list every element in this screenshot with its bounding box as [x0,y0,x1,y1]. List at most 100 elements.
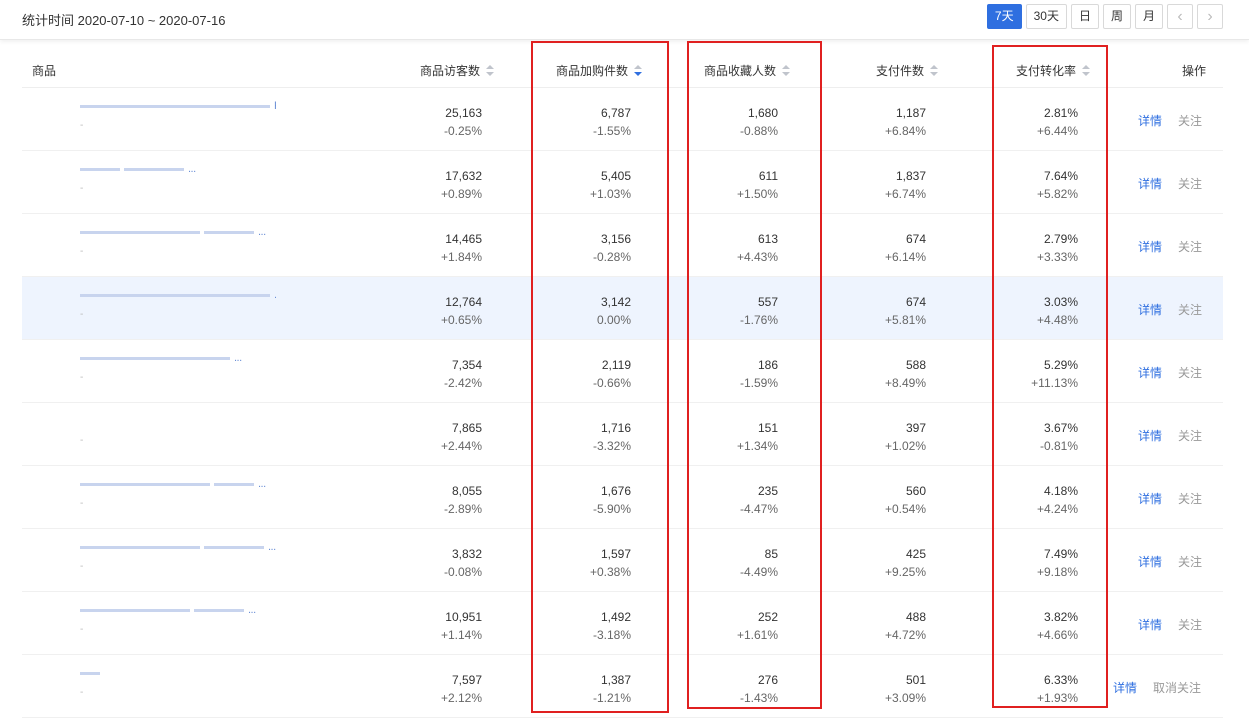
product-thumbnail[interactable] [32,665,72,705]
favorites-cell: 613 +4.43% [737,230,778,266]
product-thumbnail[interactable] [32,413,72,453]
col-product: 商品 [32,64,57,78]
favorites-change: -0.88% [739,124,778,138]
col-visitors[interactable]: 商品访客数 [420,62,495,79]
chevron-left-icon[interactable]: ‹ [1167,4,1193,29]
cart-items-change: -5.90% [592,502,631,516]
favorites-value: 611 [758,169,778,183]
favorites-cell: 235 -4.47% [740,482,778,518]
follow-link[interactable]: 关注 [1178,303,1202,317]
range-7d-button[interactable]: 7天 [986,4,1022,29]
follow-link[interactable]: 关注 [1178,618,1202,632]
follow-link[interactable]: 关注 [1178,492,1202,506]
paid-items-change: +8.49% [884,376,926,390]
sort-icon[interactable] [782,65,791,77]
visitors-value: 7,865 [451,421,482,435]
detail-link[interactable]: 详情 [1138,555,1162,569]
product-meta: - [80,120,84,131]
detail-link[interactable]: 详情 [1138,240,1162,254]
product-thumbnail[interactable] [32,350,72,390]
visitors-change: -2.42% [443,376,482,390]
follow-link[interactable]: 关注 [1178,555,1202,569]
favorites-cell: 151 +1.34% [737,419,778,455]
product-thumbnail[interactable] [32,602,72,642]
range-30d-button[interactable]: 30天 [1025,4,1067,29]
paid-items-value: 674 [905,232,926,246]
sort-desc-icon[interactable] [634,65,643,77]
col-favorites[interactable]: 商品收藏人数 [704,62,791,79]
table-row: ... - 8,055 -2.89% 1,676 -5.90% 235 -4.4… [22,466,1223,529]
product-name-link[interactable] [80,667,276,681]
paid-items-value: 488 [905,610,926,624]
product-name-link[interactable]: ... [80,541,276,555]
product-name-link[interactable]: ... [80,163,276,177]
range-day-button[interactable]: 日 [1070,4,1099,29]
conversion-value: 2.81% [1043,106,1078,120]
paid-items-value: 674 [905,295,926,309]
sort-icon[interactable] [486,65,495,77]
detail-link[interactable]: 详情 [1138,177,1162,191]
cart-items-cell: 1,676 -5.90% [593,482,631,518]
product-thumbnail[interactable] [32,98,72,138]
conversion-value: 3.82% [1043,610,1078,624]
product-thumbnail[interactable] [32,224,72,264]
follow-link[interactable]: 关注 [1178,429,1202,443]
conversion-value: 5.29% [1043,358,1078,372]
detail-link[interactable]: 详情 [1138,114,1162,128]
favorites-value: 1,680 [747,106,778,120]
detail-link[interactable]: 详情 [1138,618,1162,632]
product-thumbnail[interactable] [32,161,72,201]
favorites-change: +1.50% [736,187,778,201]
follow-link[interactable]: 关注 [1178,366,1202,380]
product-name-link[interactable]: ... [80,289,276,303]
product-name-link[interactable]: ... [80,352,276,366]
paid-items-cell: 425 +9.25% [885,545,926,581]
visitors-change: -0.08% [443,565,482,579]
detail-link[interactable]: 详情 [1138,492,1162,506]
product-name-link[interactable]: ... [80,604,276,618]
product-thumbnail[interactable] [32,539,72,579]
product-thumbnail[interactable] [32,476,72,516]
row-actions: 详情 关注 [1138,112,1202,129]
paid-items-cell: 1,187 +6.84% [885,104,926,140]
col-cart-items-label: 商品加购件数 [556,64,629,78]
col-paid-items[interactable]: 支付件数 [876,62,939,79]
visitors-value: 7,354 [451,358,482,372]
cart-items-value: 1,387 [600,673,631,687]
conversion-change: +9.18% [1036,565,1078,579]
follow-link[interactable]: 取消关注 [1153,681,1201,695]
sort-icon[interactable] [930,65,939,77]
col-cart-items[interactable]: 商品加购件数 [556,62,643,79]
chevron-right-icon[interactable]: › [1197,4,1223,29]
row-actions: 详情 关注 [1138,301,1202,318]
conversion-cell: 5.29% +11.13% [1031,356,1078,392]
visitors-cell: 10,951 +1.14% [441,608,482,644]
visitors-value: 7,597 [451,673,482,687]
follow-link[interactable]: 关注 [1178,177,1202,191]
product-name-link[interactable]: Kerr/Kessa... [80,100,276,114]
paid-items-change: +1.02% [884,439,926,453]
row-actions: 详情 关注 [1138,427,1202,444]
col-conversion-label: 支付转化率 [1016,64,1077,78]
detail-link[interactable]: 详情 [1138,429,1162,443]
detail-link[interactable]: 详情 [1138,366,1162,380]
col-conversion[interactable]: 支付转化率 [1016,62,1091,79]
paid-items-cell: 488 +4.72% [885,608,926,644]
conversion-change: +6.44% [1036,124,1078,138]
visitors-change: +0.65% [440,313,482,327]
product-name-link[interactable]: ... [80,478,276,492]
detail-link[interactable]: 详情 [1113,681,1137,695]
range-week-button[interactable]: 周 [1102,4,1131,29]
cart-items-change: -0.28% [592,250,631,264]
sort-icon[interactable] [1082,65,1091,77]
product-name-link[interactable] [80,415,276,429]
follow-link[interactable]: 关注 [1178,240,1202,254]
product-name-link[interactable]: ... [80,226,276,240]
product-thumbnail[interactable] [32,287,72,327]
follow-link[interactable]: 关注 [1178,114,1202,128]
range-month-button[interactable]: 月 [1134,4,1163,29]
cart-items-change: +1.03% [589,187,631,201]
favorites-cell: 557 -1.76% [740,293,778,329]
detail-link[interactable]: 详情 [1138,303,1162,317]
row-actions: 详情 关注 [1138,616,1202,633]
